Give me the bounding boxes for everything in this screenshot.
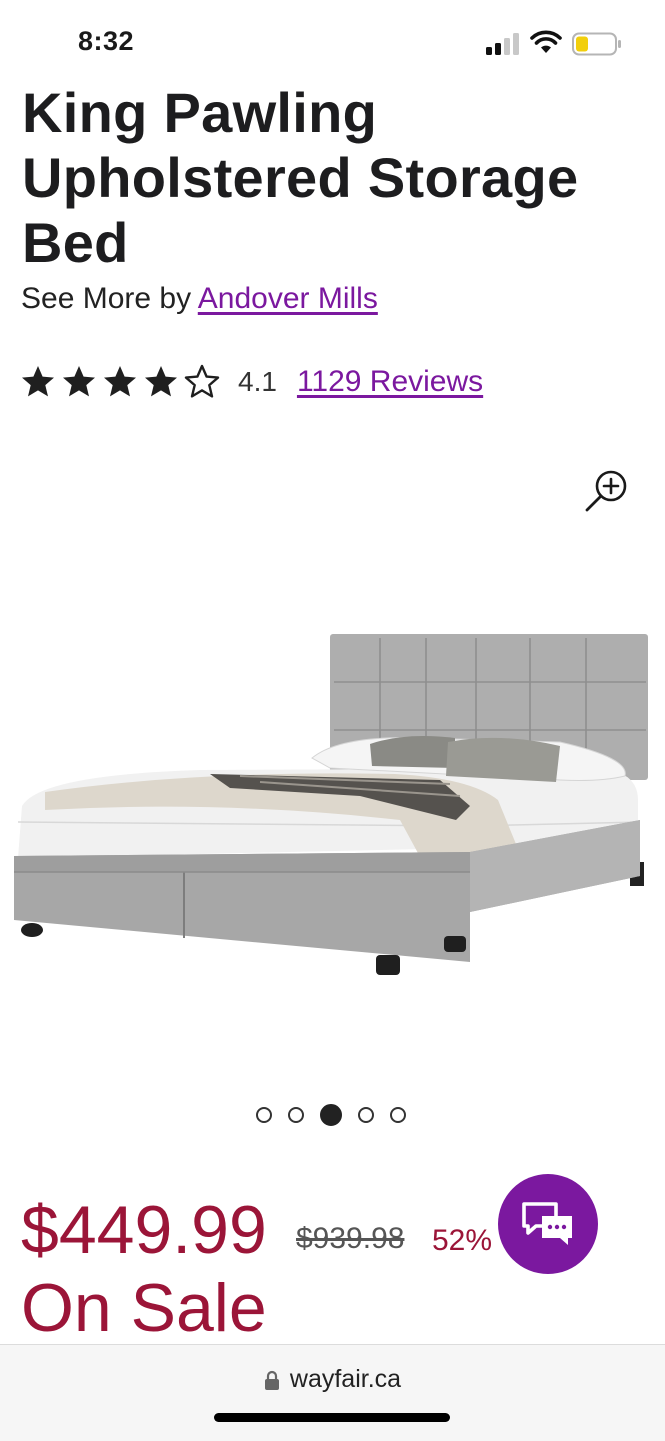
carousel-dot[interactable]: [358, 1107, 374, 1123]
signal-icon: [486, 33, 519, 55]
carousel-dot-active[interactable]: [320, 1104, 342, 1126]
battery-icon: [572, 32, 621, 56]
rating-row: 4.1 1129 Reviews: [20, 362, 483, 402]
chat-icon: [522, 1202, 572, 1245]
status-time: 8:32: [78, 26, 135, 56]
rating-value: 4.1: [238, 366, 277, 397]
on-sale-label: On Sale: [21, 1270, 267, 1346]
carousel-dots: [256, 1104, 406, 1126]
see-more-line: See More by Andover Mills: [21, 282, 378, 316]
sale-price: $449.99: [21, 1192, 267, 1268]
reviews-link[interactable]: 1129 Reviews: [297, 365, 483, 399]
brand-link[interactable]: Andover Mills: [198, 282, 378, 315]
product-title: King Pawling Upholstered Storage Bed: [22, 81, 579, 274]
status-bar: 8:32: [0, 0, 665, 88]
original-price: $939.98: [296, 1222, 405, 1255]
carousel-dot[interactable]: [288, 1107, 304, 1123]
star-filled-icon: [104, 366, 136, 397]
zoom-in-icon[interactable]: [584, 468, 630, 514]
home-indicator[interactable]: [214, 1413, 450, 1422]
browser-url-bar: wayfair.ca: [0, 1344, 665, 1441]
discount-percent: 52%: [432, 1224, 493, 1257]
see-more-label: See More by: [21, 282, 192, 315]
chat-button[interactable]: [498, 1174, 598, 1274]
wifi-icon: [530, 30, 562, 53]
carousel-dot[interactable]: [256, 1107, 272, 1123]
star-filled-icon: [63, 366, 95, 397]
star-rating: [20, 364, 220, 400]
url-text: wayfair.ca: [289, 1365, 402, 1393]
product-image[interactable]: [0, 600, 665, 1000]
star-filled-icon: [22, 366, 54, 397]
address-field[interactable]: wayfair.ca: [0, 1365, 665, 1394]
lock-icon: [264, 1370, 279, 1390]
star-empty-icon: [184, 364, 220, 398]
star-filled-icon: [145, 366, 177, 397]
carousel-dot[interactable]: [390, 1107, 406, 1123]
